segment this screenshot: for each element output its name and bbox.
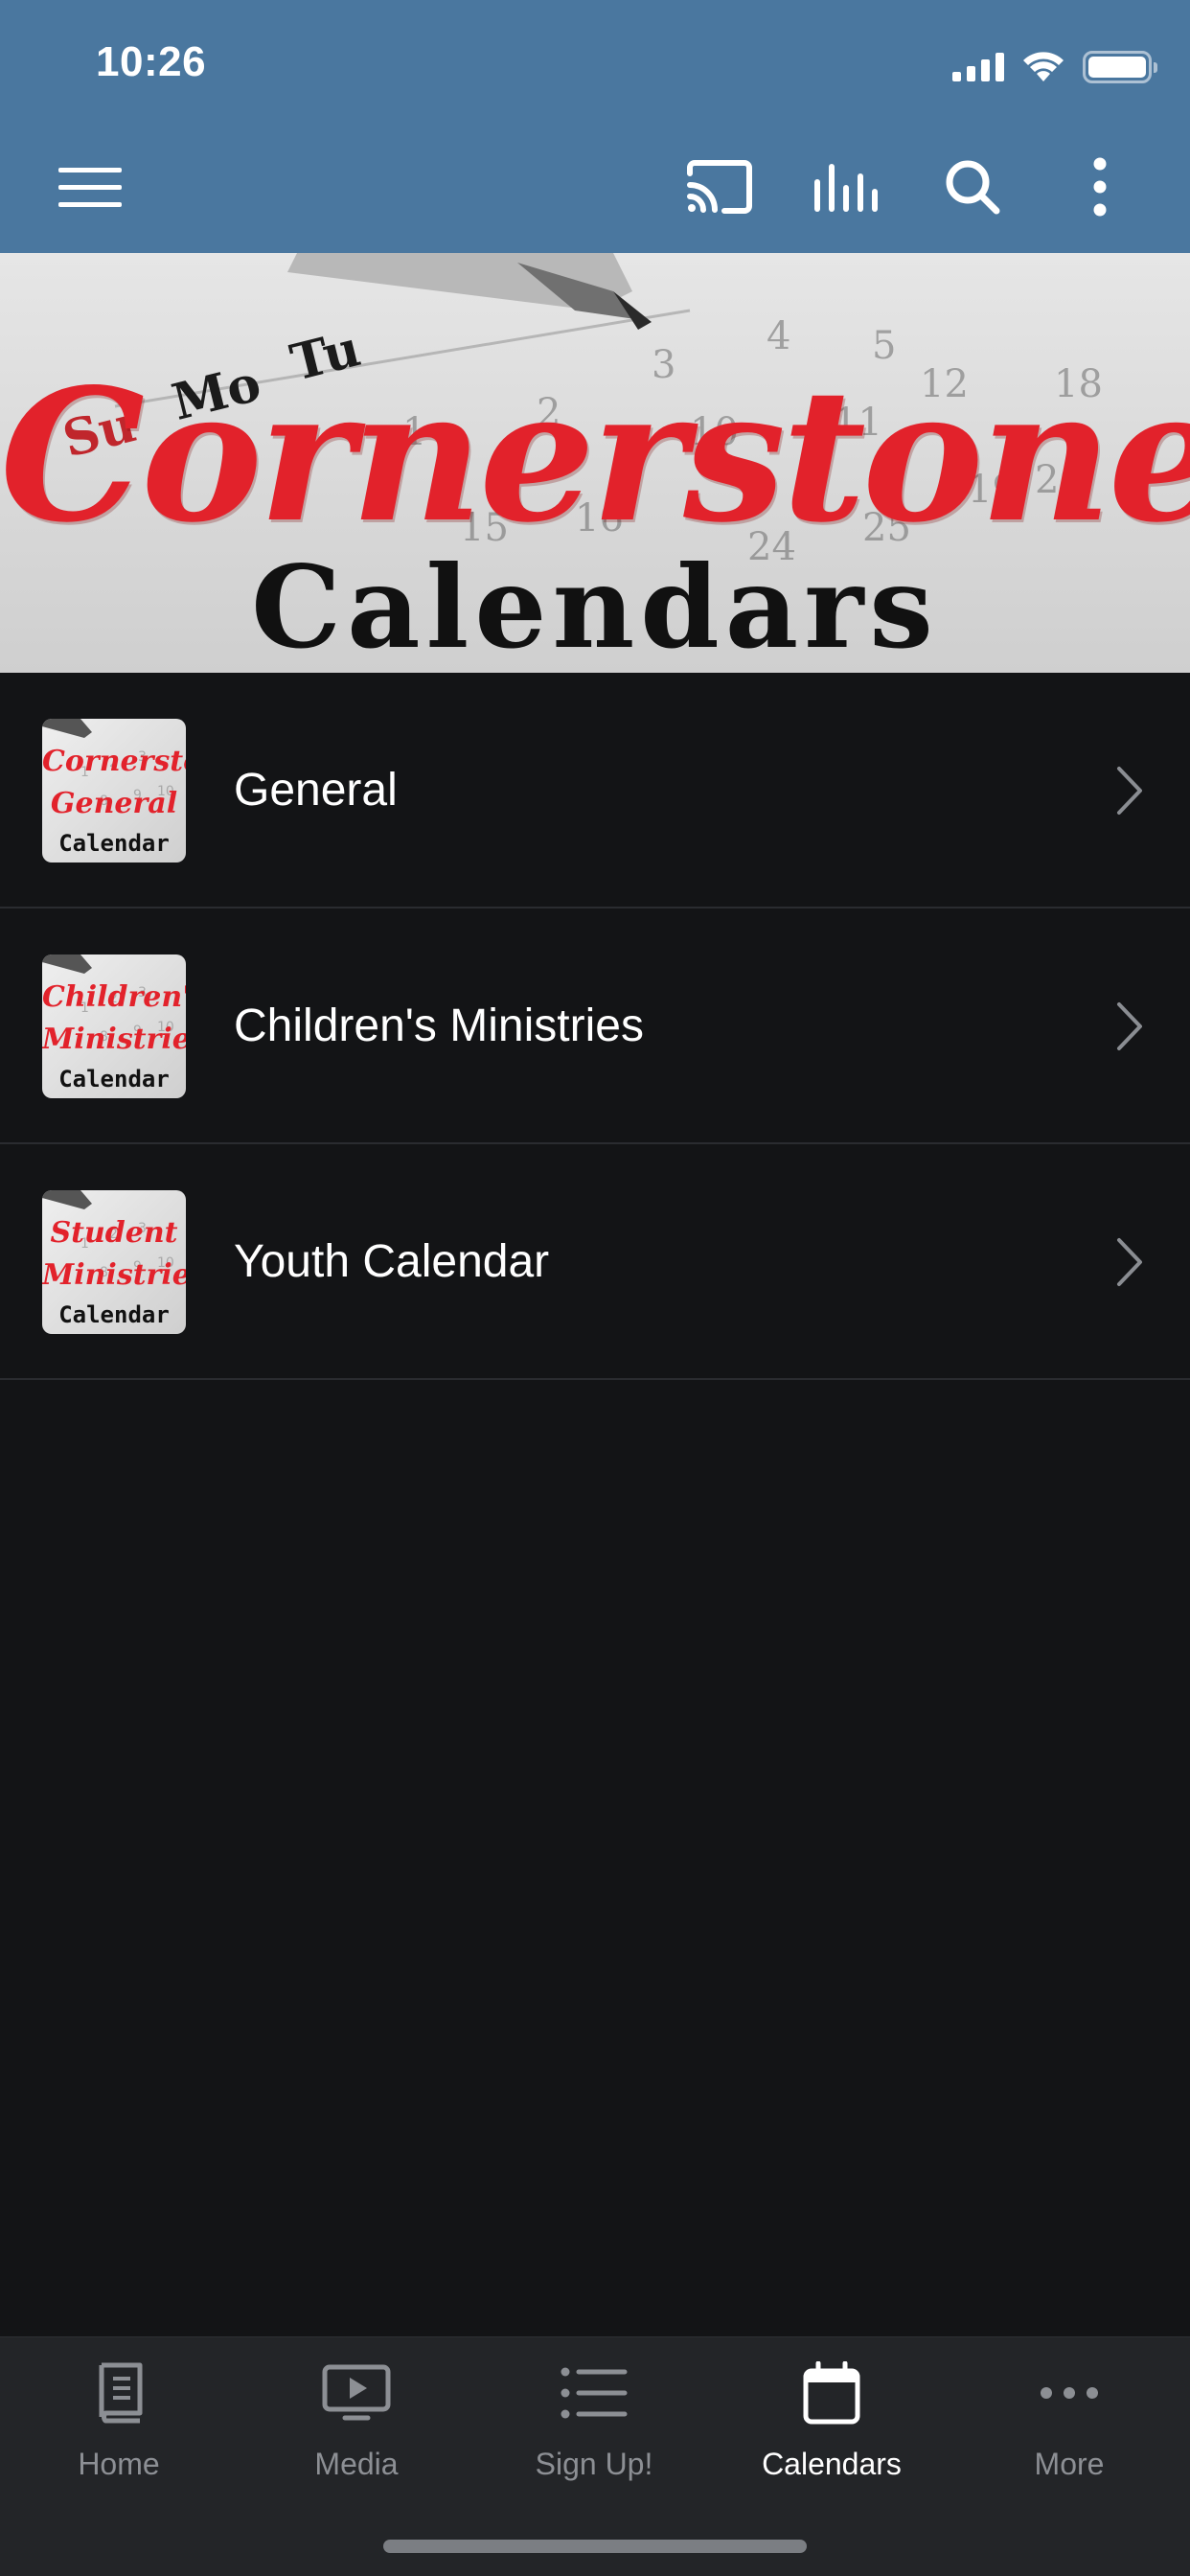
tab-label: Media <box>314 2447 399 2481</box>
thumb-caption: Calendar <box>58 1066 170 1092</box>
banner-subtitle: Calendars <box>251 540 939 673</box>
thumb-line-1: Cornerstone <box>42 745 186 778</box>
calendar-icon <box>803 2361 860 2425</box>
search-button[interactable] <box>929 144 1016 230</box>
wifi-icon <box>1023 52 1064 81</box>
cellular-signal-icon <box>952 53 1004 81</box>
tab-label: Home <box>78 2447 160 2481</box>
book-icon <box>99 2362 143 2424</box>
status-icons <box>952 46 1157 88</box>
tab-label: Calendars <box>762 2447 902 2481</box>
banner-title: Cornerstone <box>0 349 1190 563</box>
chevron-right-icon <box>1117 1238 1142 1286</box>
status-time: 10:26 <box>96 38 207 85</box>
tab-home[interactable]: Home <box>0 2357 238 2500</box>
calendar-list: 123 8910 Cornerstone General Calendar Ge… <box>0 673 1190 1380</box>
menu-button[interactable] <box>47 144 133 230</box>
more-vertical-icon <box>1093 157 1107 217</box>
tab-media[interactable]: Media <box>238 2357 475 2500</box>
battery-icon <box>1083 51 1157 83</box>
calendar-thumbnail: 123 8910 Children's Ministries Calendar <box>42 954 186 1098</box>
tab-label: Sign Up! <box>535 2447 653 2481</box>
thumb-line-2: General <box>50 787 178 820</box>
cast-button[interactable] <box>676 144 763 230</box>
home-indicator[interactable] <box>383 2540 807 2553</box>
calendar-thumbnail: 123 8910 Student Ministries Calendar <box>42 1190 186 1334</box>
tab-calendars[interactable]: Calendars <box>713 2357 950 2500</box>
thumb-caption: Calendar <box>58 1301 170 1328</box>
menu-icon <box>58 168 122 207</box>
play-screen-icon <box>322 2364 391 2421</box>
cast-icon <box>687 160 752 214</box>
audio-button[interactable] <box>803 144 889 230</box>
list-item-childrens-ministries[interactable]: 123 8910 Children's Ministries Calendar … <box>0 908 1190 1144</box>
chevron-right-icon <box>1117 1002 1142 1050</box>
list-icon <box>561 2367 628 2419</box>
more-options-button[interactable] <box>1057 144 1143 230</box>
thumb-line-2: Ministries <box>42 1023 186 1056</box>
list-item-label: General <box>234 765 398 816</box>
thumb-line-1: Children's <box>42 980 186 1014</box>
top-app-bar: 10:26 <box>0 0 1190 253</box>
tab-sign-up[interactable]: Sign Up! <box>475 2357 713 2500</box>
calendar-thumbnail: 123 8910 Cornerstone General Calendar <box>42 719 186 862</box>
thumb-line-1: Student <box>50 1216 178 1250</box>
thumb-line-2: Ministries <box>42 1258 186 1292</box>
list-item-general[interactable]: 123 8910 Cornerstone General Calendar Ge… <box>0 673 1190 908</box>
audio-bars-icon <box>814 164 878 212</box>
thumb-caption: Calendar <box>58 830 170 857</box>
list-item-label: Children's Ministries <box>234 1000 644 1051</box>
calendars-banner: 1 2 3 4 5 10 11 12 19 26 15 16 24 25 18 … <box>0 253 1190 673</box>
chevron-right-icon <box>1117 767 1142 815</box>
list-item-label: Youth Calendar <box>234 1236 550 1287</box>
ellipsis-icon <box>1041 2387 1098 2399</box>
list-item-youth-calendar[interactable]: 123 8910 Student Ministries Calendar You… <box>0 1144 1190 1380</box>
tab-more[interactable]: More <box>950 2357 1188 2500</box>
tab-label: More <box>1034 2447 1105 2481</box>
search-icon <box>946 160 1000 215</box>
